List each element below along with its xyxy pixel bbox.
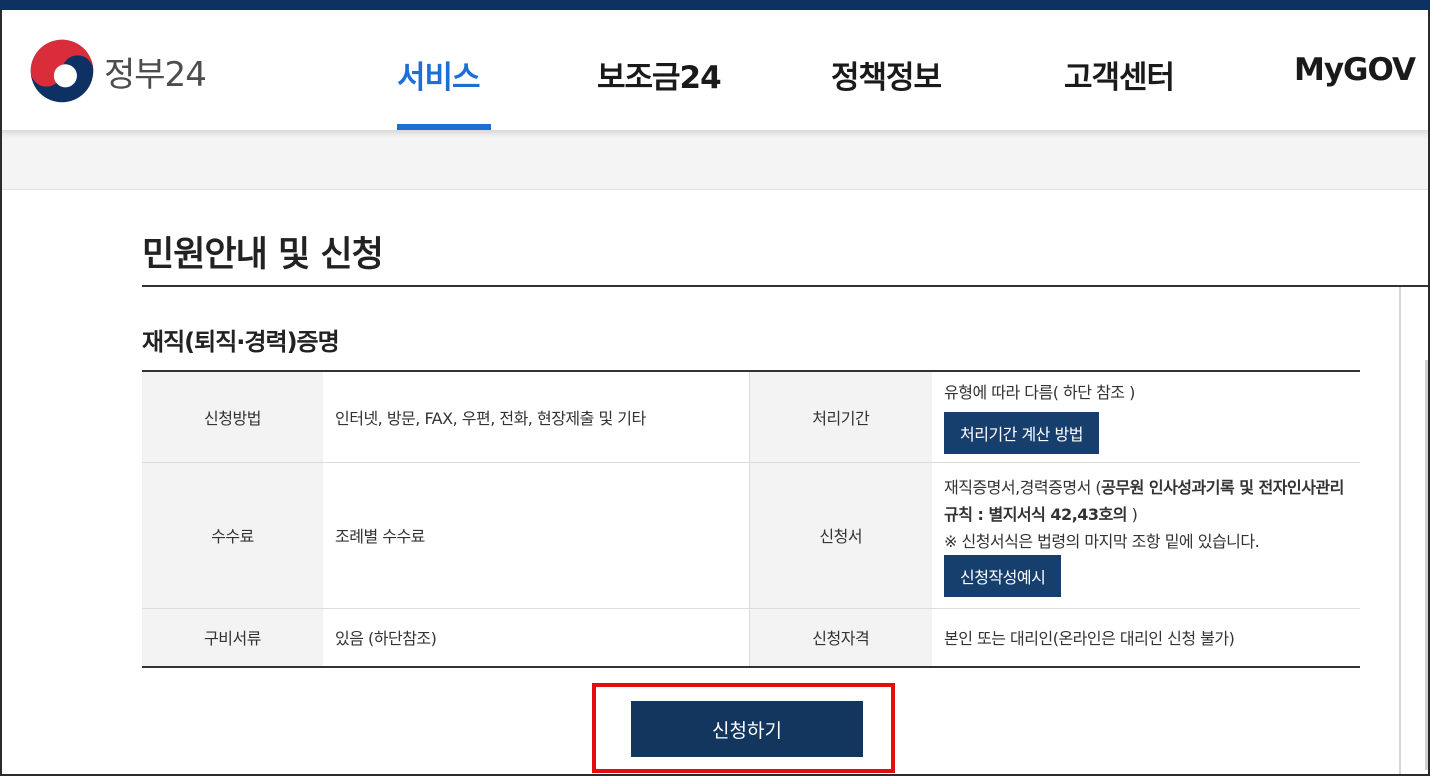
value-application-form-cell: 재직증명서,경력증명서 (공무원 인사성과기록 및 전자인사관리 규칙 : 별지… [932, 462, 1360, 609]
label-eligibility: 신청자격 [748, 608, 932, 668]
processing-period-calc-button[interactable]: 처리기간 계산 방법 [944, 412, 1099, 455]
value-application-form: 재직증명서,경력증명서 (공무원 인사성과기록 및 전자인사관리 규칙 : 별지… [944, 474, 1348, 528]
label-processing-period: 처리기간 [748, 371, 932, 463]
page-title: 민원안내 및 신청 [142, 235, 384, 275]
value-fee: 조례별 수수료 [323, 462, 749, 609]
value-eligibility: 본인 또는 대리인(온라인은 대리인 신청 불가) [932, 608, 1360, 668]
label-fee: 수수료 [142, 462, 323, 609]
site-header: 정부24 서비스 보조금24 정책정보 고객센터 MyGOV [0, 10, 1430, 130]
form-text-suffix: ) [1126, 504, 1138, 524]
scrollbar-track[interactable] [1425, 360, 1428, 770]
nav-active-indicator [397, 124, 491, 130]
side-divider [1399, 287, 1401, 776]
nav-mygov[interactable]: MyGOV [1294, 52, 1416, 88]
table-row: 신청방법 인터넷, 방문, FAX, 우편, 전화, 현장제출 및 기타 처리기… [142, 371, 1360, 463]
application-example-button[interactable]: 신청작성예시 [944, 554, 1062, 597]
label-required-documents: 구비서류 [142, 608, 323, 668]
top-accent-bar [0, 0, 1430, 10]
service-info-table: 신청방법 인터넷, 방문, FAX, 우편, 전화, 현장제출 및 기타 처리기… [142, 370, 1360, 668]
label-application-method: 신청방법 [142, 371, 323, 463]
breadcrumb-band [2, 130, 1428, 190]
value-processing-period-cell: 유형에 따라 다름( 하단 참조 ) 처리기간 계산 방법 [932, 371, 1360, 463]
table-row: 수수료 조례별 수수료 신청서 재직증명서,경력증명서 (공무원 인사성과기록 … [142, 462, 1360, 609]
nav-policy-info[interactable]: 정책정보 [831, 52, 942, 97]
nav-services[interactable]: 서비스 [397, 52, 481, 97]
label-application-form: 신청서 [748, 462, 932, 609]
value-processing-period: 유형에 따라 다름( 하단 참조 ) [944, 383, 1135, 403]
main-nav: 서비스 보조금24 정책정보 고객센터 MyGOV [0, 10, 1430, 130]
table-row: 구비서류 있음 (하단참조) 신청자격 본인 또는 대리인(온라인은 대리인 신… [142, 608, 1360, 668]
nav-customer-center[interactable]: 고객센터 [1064, 52, 1175, 97]
form-note: ※ 신청서식은 법령의 마지막 조항 밑에 있습니다. [944, 531, 1260, 551]
highlight-box [592, 683, 895, 773]
nav-subsidy24[interactable]: 보조금24 [597, 52, 722, 97]
form-text-prefix: 재직증명서,경력증명서 ( [944, 477, 1102, 497]
value-required-documents: 있음 (하단참조) [323, 608, 749, 668]
value-application-method: 인터넷, 방문, FAX, 우편, 전화, 현장제출 및 기타 [323, 371, 749, 463]
section-title: 재직(퇴직·경력)증명 [142, 328, 340, 356]
title-divider [142, 285, 1428, 287]
